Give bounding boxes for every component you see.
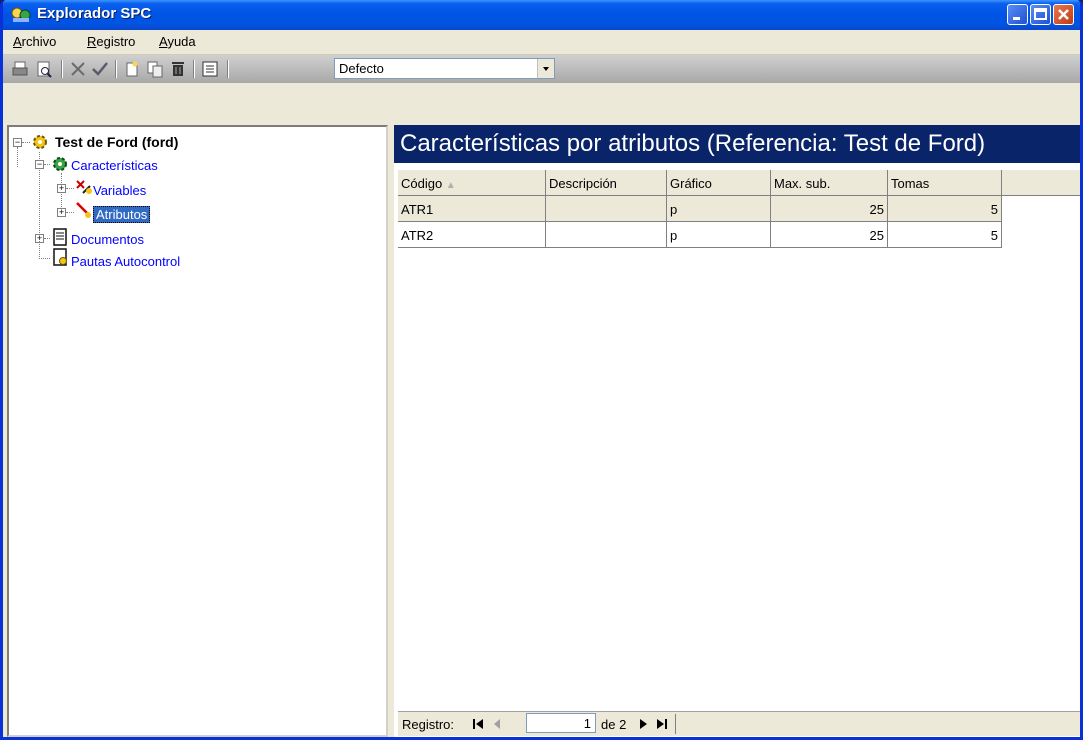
print-preview-icon[interactable]	[35, 60, 53, 78]
minimize-icon	[1013, 17, 1020, 20]
tree-item-atributos[interactable]: Atributos	[93, 206, 151, 223]
collapse-toggle[interactable]: −	[13, 138, 22, 147]
column-header-codigo[interactable]: Código ▲	[398, 170, 546, 196]
tree-connector	[66, 188, 74, 189]
next-record-icon[interactable]	[636, 715, 651, 733]
total-records: de 2	[601, 717, 627, 732]
column-header-descripcion[interactable]: Descripción	[546, 170, 667, 196]
menu-archivo[interactable]: Archivo	[13, 34, 56, 49]
first-record-icon[interactable]	[471, 715, 486, 733]
layout-combo[interactable]: Defecto	[334, 58, 555, 79]
record-navigator: Registro: 1 de 2	[398, 711, 1080, 736]
detail-panel: Características por atributos (Referenci…	[394, 125, 1080, 737]
toolbar: Defecto	[3, 55, 1080, 83]
toolbar-separator	[115, 60, 117, 78]
tree-item-variables[interactable]: Variables	[93, 183, 146, 198]
table-cell[interactable]: p	[667, 222, 771, 248]
table-cell[interactable]: p	[667, 196, 771, 222]
title-bar[interactable]: Explorador SPC	[3, 0, 1080, 30]
table-cell[interactable]	[546, 222, 667, 248]
tree-connector	[17, 147, 18, 167]
collapse-toggle[interactable]: −	[35, 160, 44, 169]
tree-item-documentos[interactable]: Documentos	[71, 232, 144, 247]
gear-yellow-icon	[33, 135, 47, 149]
layout-combo-value: Defecto	[339, 61, 384, 76]
toolbar-separator	[227, 60, 229, 78]
column-header-filler	[1002, 170, 1080, 196]
column-header-max-sub[interactable]: Max. sub.	[771, 170, 888, 196]
menu-bar: Archivo Registro Ayuda	[3, 30, 1080, 55]
close-button[interactable]	[1053, 4, 1074, 25]
column-header-tomas[interactable]: Tomas	[888, 170, 1002, 196]
chevron-down-icon[interactable]	[537, 59, 554, 78]
table-cell[interactable]	[546, 196, 667, 222]
app-logo-icon	[11, 7, 31, 22]
accept-icon[interactable]	[91, 60, 109, 78]
tree-root-label[interactable]: Test de Ford (ford)	[55, 134, 178, 150]
tree-connector	[39, 258, 50, 259]
tree-view: − Test de Ford (ford) − Características …	[7, 125, 388, 737]
copy-icon[interactable]	[146, 60, 164, 78]
toolbar-separator	[193, 60, 195, 78]
last-record-icon[interactable]	[654, 715, 669, 733]
minimize-button[interactable]	[1007, 4, 1028, 25]
tree-connector	[66, 212, 74, 213]
table-cell[interactable]: 25	[771, 222, 888, 248]
tree-connector	[39, 241, 40, 259]
panel-title: Características por atributos (Referenci…	[394, 125, 1080, 163]
atributos-icon	[76, 202, 91, 218]
sort-ascending-icon: ▲	[445, 180, 456, 191]
checklist-icon	[53, 248, 67, 266]
toolbar-separator	[61, 60, 63, 78]
document-icon	[53, 228, 67, 246]
gear-green-icon	[53, 157, 67, 171]
form-view-icon[interactable]	[201, 60, 219, 78]
tree-connector	[44, 164, 50, 165]
print-icon[interactable]	[11, 60, 29, 78]
tree-item-pautas[interactable]: Pautas Autocontrol	[71, 254, 180, 269]
expand-toggle[interactable]: +	[57, 208, 66, 217]
menu-registro[interactable]: Registro	[87, 34, 135, 49]
current-record-input[interactable]: 1	[526, 713, 596, 733]
table-cell[interactable]: ATR2	[398, 222, 546, 248]
maximize-button[interactable]	[1030, 4, 1051, 25]
new-document-icon[interactable]	[123, 60, 141, 78]
table-cell[interactable]: ATR1	[398, 196, 546, 222]
variables-icon	[76, 180, 92, 194]
menu-ayuda[interactable]: Ayuda	[159, 34, 196, 49]
tree-connector	[44, 238, 50, 239]
close-icon	[1058, 9, 1069, 20]
table-cell[interactable]: 5	[888, 222, 1002, 248]
record-label: Registro:	[402, 717, 455, 732]
navigator-separator	[675, 714, 676, 734]
column-header-label: Código	[401, 176, 443, 191]
tree-item-caracteristicas[interactable]: Características	[71, 158, 158, 173]
window-title: Explorador SPC	[37, 5, 152, 22]
maximize-icon	[1034, 8, 1047, 20]
expand-toggle[interactable]: +	[57, 184, 66, 193]
previous-record-icon[interactable]	[490, 715, 505, 733]
tree-connector	[22, 142, 30, 143]
table-cell[interactable]: 25	[771, 196, 888, 222]
column-header-grafico[interactable]: Gráfico	[667, 170, 771, 196]
app-window: Explorador SPC Archivo Registro Ayuda De…	[0, 0, 1083, 740]
delete-icon[interactable]	[169, 60, 187, 78]
table-cell[interactable]: 5	[888, 196, 1002, 222]
cancel-icon[interactable]	[69, 60, 87, 78]
